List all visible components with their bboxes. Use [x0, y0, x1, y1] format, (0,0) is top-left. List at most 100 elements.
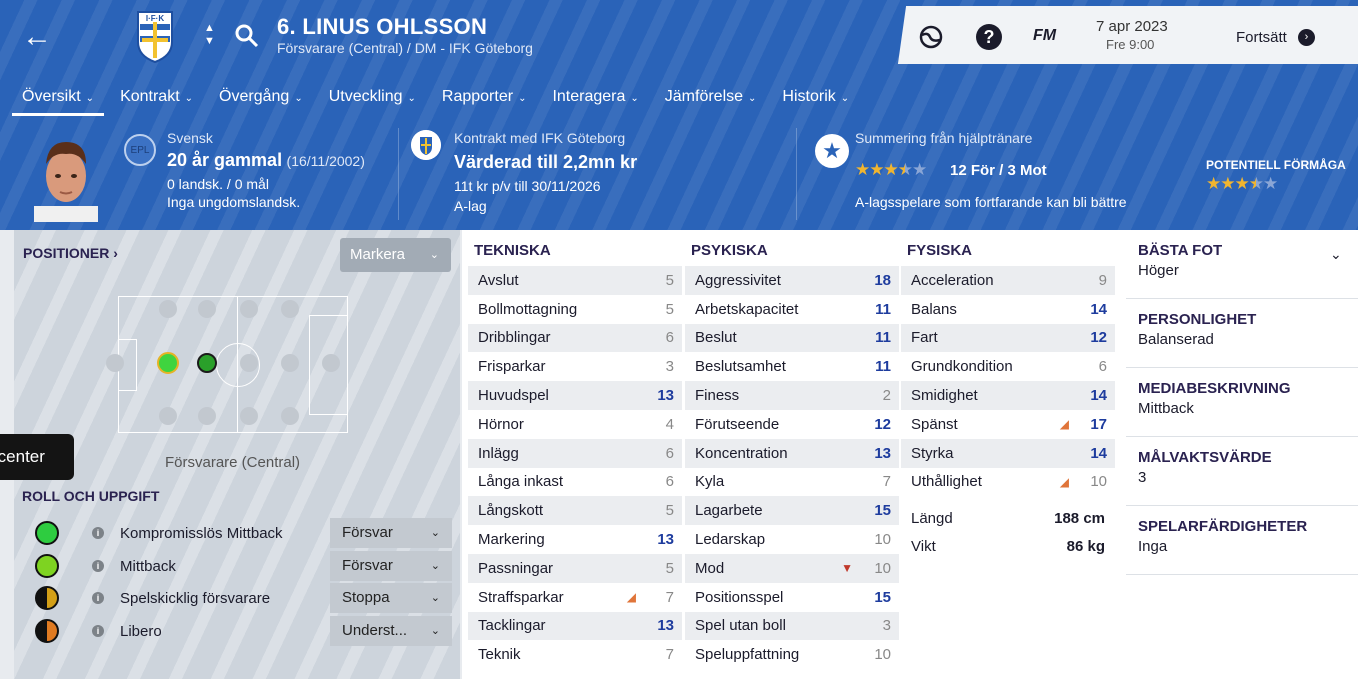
select-dropdown[interactable]: Markera ⌄	[340, 238, 451, 272]
attribute-row[interactable]: Frisparkar 3	[468, 352, 682, 381]
attribute-row[interactable]: Markering 13	[468, 525, 682, 554]
tooltip: rcenter	[0, 434, 74, 480]
help-icon[interactable]: ?	[976, 24, 1002, 50]
attribute-row[interactable]: Arbetskapacitet 11	[685, 295, 899, 324]
attribute-row[interactable]: Dribblingar 6	[468, 323, 682, 353]
international-caps: 0 landsk. / 0 mål	[167, 176, 269, 192]
attribute-row[interactable]: Fart 12	[901, 323, 1115, 353]
attribute-row[interactable]: Lagarbete 15	[685, 496, 899, 526]
tab-utveckling[interactable]: Utveckling ⌄	[319, 86, 426, 116]
continue-arrow-icon[interactable]: ›	[1298, 29, 1315, 46]
position-dot[interactable]	[281, 354, 299, 372]
info-icon[interactable]: i	[92, 625, 104, 638]
attribute-row[interactable]: Långskott 5	[468, 496, 682, 526]
search-icon[interactable]	[233, 22, 261, 50]
continue-button[interactable]: Fortsätt	[1236, 29, 1287, 46]
attribute-row[interactable]: Speluppfattning 10	[685, 640, 899, 669]
attribute-row[interactable]: Spel utan boll 3	[685, 611, 899, 641]
role-name[interactable]: Kompromisslös Mittback	[120, 525, 283, 542]
attribute-row[interactable]: Grundkondition 6	[901, 352, 1115, 381]
chevron-down-icon[interactable]: ⌄	[1330, 246, 1342, 263]
tab-label: Kontrakt	[120, 88, 180, 105]
attribute-row[interactable]: Spänst ◢ 17	[901, 410, 1115, 439]
tab-oversikt[interactable]: Översikt ⌄	[12, 86, 105, 116]
info-icon[interactable]: i	[92, 527, 104, 539]
attribute-row[interactable]: Teknik 7	[468, 640, 682, 669]
tab-rapporter[interactable]: Rapporter ⌄	[432, 86, 537, 116]
attribute-row[interactable]: Finess 2	[685, 381, 899, 410]
attribute-row[interactable]: Beslut 11	[685, 323, 899, 353]
role-name[interactable]: Libero	[120, 623, 162, 640]
attribute-row[interactable]: Smidighet 14	[901, 381, 1115, 410]
tab-interagera[interactable]: Interagera ⌄	[542, 86, 648, 116]
info-column: BÄSTA FOT Höger PERSONLIGHET Balanserad MEDI…	[1126, 230, 1358, 679]
role-name[interactable]: Spelskicklig försvarare	[120, 590, 270, 607]
fm-logo[interactable]: FM	[1033, 27, 1056, 45]
attribute-row[interactable]: Mod ▼ 10	[685, 553, 899, 583]
positions-title[interactable]: POSITIONER ›	[23, 245, 118, 261]
position-dot[interactable]	[159, 300, 177, 318]
tab-overgang[interactable]: Övergång ⌄	[209, 86, 313, 116]
attribute-row[interactable]: Tacklingar 13	[468, 611, 682, 641]
player-switch-chevrons-icon[interactable]: ▲ ▼	[204, 22, 215, 48]
duty-label: Försvar	[342, 524, 393, 541]
duty-dropdown[interactable]: Underst... ⌄	[330, 616, 452, 647]
attribute-name: Aggressivitet	[695, 271, 781, 289]
position-dot[interactable]	[198, 300, 216, 318]
duty-dropdown[interactable]: Försvar ⌄	[330, 550, 452, 581]
attribute-row[interactable]: Acceleration 9	[901, 266, 1115, 295]
position-dot[interactable]	[106, 354, 124, 372]
attribute-row[interactable]: Ledarskap 10	[685, 525, 899, 554]
position-dot[interactable]	[198, 407, 216, 425]
tab-jamforelse[interactable]: Jämförelse ⌄	[655, 86, 767, 116]
info-label: BÄSTA FOT	[1138, 242, 1223, 259]
info-value: Inga	[1138, 538, 1168, 555]
attribute-row[interactable]: Beslutsamhet 11	[685, 352, 899, 381]
globe-icon[interactable]	[918, 24, 944, 50]
back-arrow-icon[interactable]: ←	[22, 22, 52, 52]
attribute-name: Grundkondition	[911, 358, 1013, 376]
nation-badge-icon[interactable]: EPL	[124, 134, 156, 166]
attribute-row[interactable]: Styrka 14	[901, 438, 1115, 468]
game-date: 7 apr 2023	[1096, 18, 1168, 35]
tab-historik[interactable]: Historik ⌄	[772, 86, 859, 116]
position-dot[interactable]	[240, 407, 258, 425]
attribute-name: Ledarskap	[695, 531, 766, 549]
attribute-name: Förutseende	[695, 415, 780, 433]
attribute-name: Beslutsamhet	[695, 358, 786, 376]
position-dot[interactable]	[322, 354, 340, 372]
tab-kontrakt[interactable]: Kontrakt ⌄	[110, 86, 203, 116]
position-dot[interactable]	[159, 407, 177, 425]
position-dot[interactable]	[281, 407, 299, 425]
attribute-row[interactable]: Balans 14	[901, 295, 1115, 324]
attribute-row[interactable]: Straffsparkar ◢ 7	[468, 583, 682, 612]
attribute-row[interactable]: Positionsspel 15	[685, 583, 899, 612]
star-full-icon: ★	[1220, 174, 1235, 193]
attribute-row[interactable]: Avslut 5	[468, 266, 682, 295]
position-dot[interactable]	[240, 300, 258, 318]
attribute-row[interactable]: Aggressivitet 18	[685, 266, 899, 295]
position-dot-accomplished[interactable]	[197, 353, 217, 373]
attribute-row[interactable]: Förutseende 12	[685, 410, 899, 439]
attribute-value: 5	[665, 559, 674, 577]
duty-dropdown[interactable]: Försvar ⌄	[330, 518, 452, 548]
position-dot[interactable]	[281, 300, 299, 318]
attribute-row[interactable]: Hörnor 4	[468, 410, 682, 439]
position-dot-natural[interactable]	[157, 352, 179, 374]
attribute-row[interactable]: Bollmottagning 5	[468, 295, 682, 324]
position-dot[interactable]	[240, 354, 258, 372]
attribute-value: 5	[665, 271, 674, 289]
attribute-row[interactable]: Passningar 5	[468, 553, 682, 583]
attribute-row[interactable]: Långa inkast 6	[468, 468, 682, 497]
attribute-row[interactable]: Koncentration 13	[685, 438, 899, 468]
duty-dropdown[interactable]: Stoppa ⌄	[330, 583, 452, 614]
info-icon[interactable]: i	[92, 559, 104, 572]
role-name[interactable]: Mittback	[120, 558, 176, 575]
attribute-value: 6	[665, 473, 674, 491]
attribute-row[interactable]: Inlägg 6	[468, 438, 682, 468]
attribute-row[interactable]: Uthållighet ◢ 10	[901, 468, 1115, 497]
attribute-row[interactable]: Kyla 7	[685, 468, 899, 497]
chevron-down-icon: ⌄	[407, 93, 416, 104]
attribute-row[interactable]: Huvudspel 13	[468, 381, 682, 410]
age: 20 år gammal	[167, 150, 283, 170]
